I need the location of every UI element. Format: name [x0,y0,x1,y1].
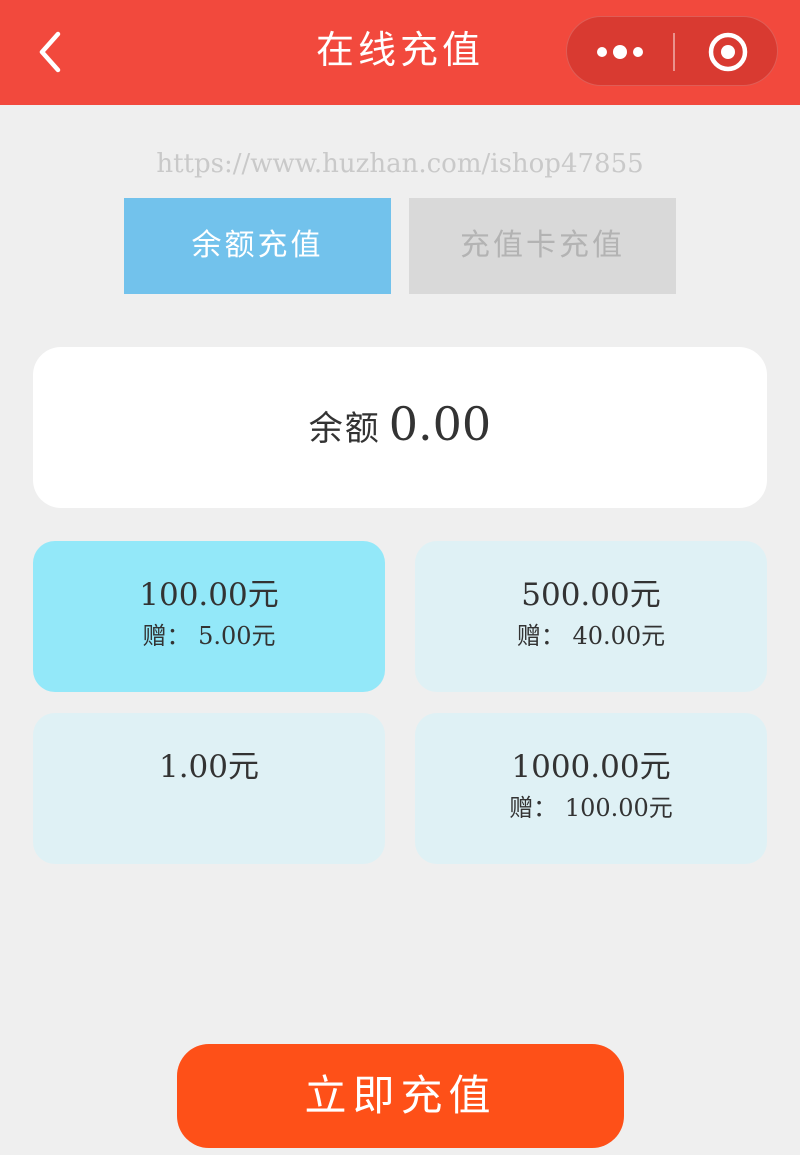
recharge-now-button[interactable]: 立即充值 [177,1044,624,1148]
option-bonus: 赠： 5.00元 [142,622,276,650]
option-amount: 100.00元 [139,577,279,613]
close-mini-program-button[interactable] [675,17,779,87]
nav-bar: 在线充值 [0,0,800,105]
balance-value: 0.00 [388,397,492,451]
watermark-url: https://www.huzhan.com/ishop47855 [156,149,644,179]
balance-card: 余额 0.00 [33,347,767,508]
option-amount: 1000.00元 [511,749,671,785]
recharge-option-1[interactable]: 1.00元 [33,713,385,864]
option-bonus: 赠： 100.00元 [509,794,673,822]
mini-program-capsule [566,16,778,86]
recharge-option-100[interactable]: 100.00元 赠： 5.00元 [33,541,385,692]
target-circle-icon [708,32,748,72]
balance-row: 余额 0.00 [33,397,767,451]
recharge-option-1000[interactable]: 1000.00元 赠： 100.00元 [415,713,767,864]
option-amount: 500.00元 [521,577,661,613]
recharge-option-500[interactable]: 500.00元 赠： 40.00元 [415,541,767,692]
more-dots-icon [597,45,643,59]
option-amount: 1.00元 [158,749,260,785]
more-button[interactable] [567,17,673,87]
balance-label: 余额 [308,409,381,449]
option-bonus: 赠： 40.00元 [516,622,666,650]
tab-card-recharge[interactable]: 充值卡充值 [409,198,676,294]
tab-balance-recharge[interactable]: 余额充值 [124,198,391,294]
